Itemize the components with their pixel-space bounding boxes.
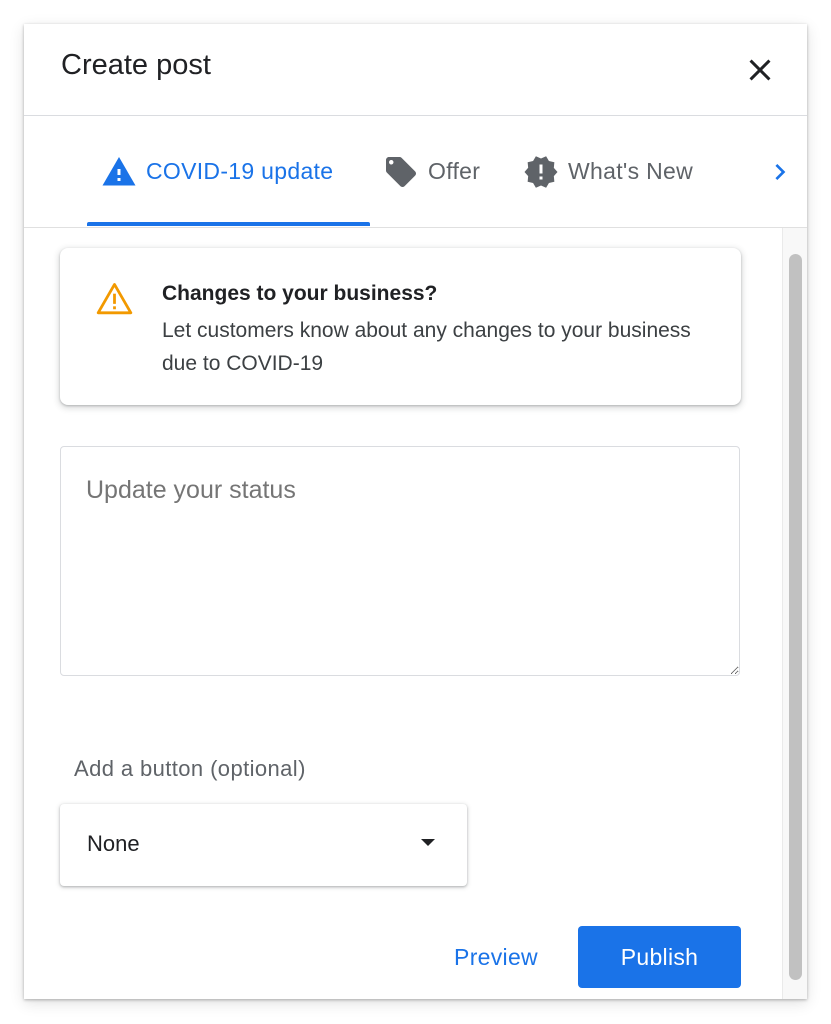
close-icon bbox=[749, 59, 771, 81]
warning-triangle-icon bbox=[102, 156, 136, 185]
tab-label: What's New bbox=[568, 158, 693, 184]
close-button[interactable] bbox=[742, 52, 778, 88]
tab-offer[interactable]: Offer bbox=[383, 116, 480, 227]
announcement-badge-icon bbox=[524, 155, 558, 188]
add-button-label: Add a button (optional) bbox=[74, 756, 306, 781]
tab-whats-new[interactable]: What's New bbox=[523, 116, 693, 227]
tag-icon bbox=[386, 156, 416, 187]
tab-label: COVID-19 update bbox=[146, 158, 334, 184]
selected-button-type: None bbox=[87, 831, 140, 856]
info-card-title: Changes to your business? bbox=[162, 282, 438, 305]
status-update-input[interactable] bbox=[60, 446, 740, 676]
tab-label: Offer bbox=[428, 158, 481, 184]
post-form: Changes to your business? Let customers … bbox=[24, 228, 782, 999]
caret-down-icon bbox=[421, 839, 435, 846]
post-type-tabs: COVID-19 update Offer What's New bbox=[24, 116, 807, 228]
info-card-body: Let customers know about any changes to … bbox=[162, 319, 691, 375]
covid-info-card: Changes to your business? Let customers … bbox=[60, 248, 741, 405]
create-post-dialog: Create post COVID-19 update Offer What's… bbox=[24, 24, 807, 999]
dialog-header: Create post bbox=[24, 24, 807, 116]
preview-button[interactable]: Preview bbox=[432, 926, 560, 988]
scrollbar-thumb[interactable] bbox=[789, 254, 802, 980]
publish-button[interactable]: Publish bbox=[578, 926, 741, 988]
dialog-title: Create post bbox=[61, 49, 211, 81]
button-type-select[interactable]: None bbox=[60, 804, 467, 886]
tabs-scroll-next-button[interactable] bbox=[764, 156, 796, 188]
chevron-right-icon bbox=[775, 164, 786, 180]
tab-covid-19-update[interactable]: COVID-19 update bbox=[101, 116, 333, 227]
warning-outline-icon bbox=[96, 283, 133, 315]
content-scrollbar[interactable] bbox=[782, 228, 807, 999]
active-tab-indicator bbox=[87, 222, 370, 226]
